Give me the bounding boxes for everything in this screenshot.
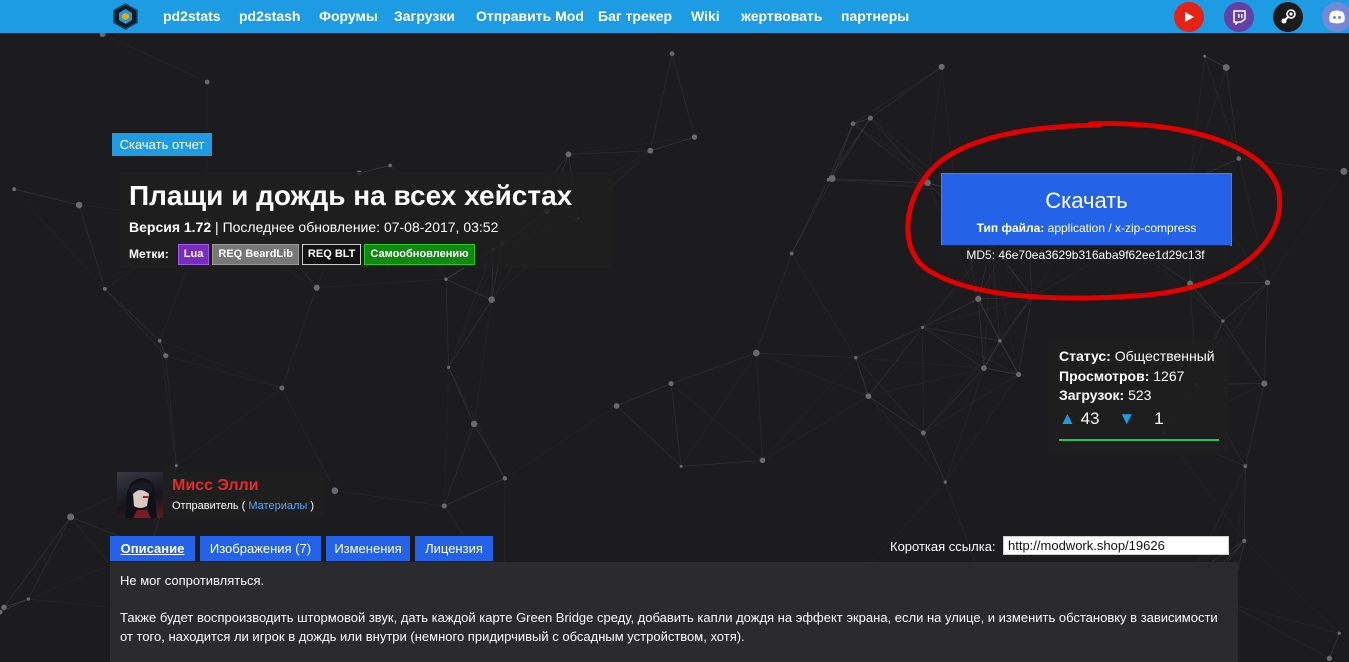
version-line: Версия 1.72 | Последнее обновление: 07-0… xyxy=(129,219,498,235)
short-link-label: Короткая ссылка: xyxy=(890,539,996,554)
tab-images[interactable]: Изображения (7) xyxy=(200,536,321,561)
author-name[interactable]: Мисс Элли xyxy=(172,477,259,495)
views-label: Просмотров: xyxy=(1059,368,1150,384)
nav-forums[interactable]: Форумы xyxy=(319,0,378,33)
steam-icon[interactable] xyxy=(1273,2,1303,32)
nav-downloads[interactable]: Загрузки xyxy=(394,0,455,33)
download-label: Скачать xyxy=(1045,188,1128,213)
tag-req-beardlib[interactable]: REQ BeardLib xyxy=(212,243,299,265)
author-role: Отправитель ( Материалы ) xyxy=(172,500,314,512)
downvote-icon[interactable]: ▼ xyxy=(1118,409,1135,428)
status-row: Статус: Общественный xyxy=(1059,348,1215,364)
download-report-button[interactable]: Скачать отчет xyxy=(112,133,212,156)
version-separator: | xyxy=(211,219,223,235)
nav-pd2stash[interactable]: pd2stash xyxy=(239,0,300,33)
nav-wiki[interactable]: Wiki xyxy=(691,0,720,33)
tab-description[interactable]: Описание xyxy=(110,536,195,561)
author-role-suffix: ) xyxy=(307,500,315,512)
downloads-row: Загрузок: 523 xyxy=(1059,387,1151,403)
tags-label: Метки: xyxy=(129,247,169,261)
tags-row: Метки: Lua REQ BeardLib REQ BLT Самообно… xyxy=(129,243,475,265)
downloads-value: 523 xyxy=(1124,387,1152,403)
site-logo-icon[interactable] xyxy=(112,3,139,30)
discord-icon[interactable] xyxy=(1322,2,1349,32)
nav-submit-mod[interactable]: Отправить Mod xyxy=(476,0,584,33)
tab-changes[interactable]: Изменения xyxy=(326,536,410,561)
status-label: Статус: xyxy=(1059,348,1111,364)
last-updated: Последнее обновление: 07-08-2017, 03:52 xyxy=(222,219,499,235)
tag-lua[interactable]: Lua xyxy=(177,243,210,265)
page-title: Плащи и дождь на всех хейстах xyxy=(129,180,573,211)
short-link-input[interactable] xyxy=(1003,536,1229,555)
nav-donate[interactable]: жертвовать xyxy=(741,0,822,33)
twitch-icon[interactable] xyxy=(1224,2,1254,32)
description-line-2: Также будет воспроизводить штормовой зву… xyxy=(120,610,1218,644)
top-navigation-bar: pd2stats pd2stash Форумы Загрузки Отправ… xyxy=(0,0,1349,33)
file-type-label: Тип файла: xyxy=(976,221,1045,235)
youtube-icon[interactable] xyxy=(1174,2,1204,32)
nav-pd2stats[interactable]: pd2stats xyxy=(163,0,221,33)
description-line-1: Не мог сопротивляться. xyxy=(120,573,265,588)
votes-row: ▲ 43 ▼ 1 xyxy=(1059,409,1219,441)
author-card: Мисс Элли Отправитель ( Материалы ) xyxy=(117,472,324,518)
md5-hash: MD5: 46e70ea3629b316aba9f62ee1d29c13f xyxy=(941,245,1230,265)
upvote-count: 43 xyxy=(1080,409,1100,428)
file-type: Тип файла: application / x-zip-compress xyxy=(942,221,1231,235)
download-button[interactable]: Скачать Тип файла: application / x-zip-c… xyxy=(941,173,1232,246)
description-panel: Не мог сопротивляться. Также будет воспр… xyxy=(110,562,1238,662)
file-type-value: application / x-zip-compress xyxy=(1044,221,1197,235)
views-value: 1267 xyxy=(1149,368,1185,384)
mod-header: Плащи и дождь на всех хейстах Версия 1.7… xyxy=(120,172,613,268)
downvote-count: 1 xyxy=(1154,409,1164,428)
nav-bug-tracker[interactable]: Баг трекер xyxy=(598,0,672,33)
tab-license[interactable]: Лицензия xyxy=(415,536,493,561)
downloads-label: Загрузок: xyxy=(1059,387,1125,403)
stats-panel: Статус: Общественный Просмотров: 1267 За… xyxy=(1048,339,1228,454)
author-role-prefix: Отправитель ( xyxy=(172,500,249,512)
status-value: Общественный xyxy=(1110,348,1215,364)
author-materials-link[interactable]: Материалы xyxy=(248,500,307,512)
version-label: Версия 1.72 xyxy=(129,219,212,235)
upvote-icon[interactable]: ▲ xyxy=(1059,409,1076,428)
views-row: Просмотров: 1267 xyxy=(1059,368,1184,384)
tag-auto-update[interactable]: Самообновлению xyxy=(364,243,475,265)
tag-req-blt[interactable]: REQ BLT xyxy=(301,243,362,265)
avatar[interactable] xyxy=(117,472,163,518)
nav-partners[interactable]: партнеры xyxy=(841,0,909,33)
